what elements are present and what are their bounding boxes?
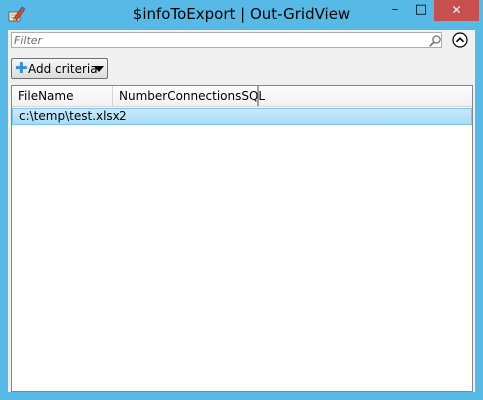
close-button[interactable]: ✕ xyxy=(434,0,479,21)
add-criteria-label: Add criteria xyxy=(28,62,98,76)
minimize-button[interactable]: – xyxy=(382,0,408,21)
close-icon: ✕ xyxy=(451,3,462,17)
column-header-filename[interactable]: FileName xyxy=(12,86,113,106)
cell-numberconnectionssql: 2 xyxy=(119,109,127,123)
client-area: ✚ Add criteria FileName NumberConnection… xyxy=(8,30,475,392)
grid-header: FileName NumberConnectionsSQL xyxy=(12,86,472,107)
filter-input[interactable] xyxy=(14,33,414,47)
search-icon[interactable] xyxy=(428,34,442,48)
results-grid[interactable]: FileName NumberConnectionsSQL c:\temp\te… xyxy=(11,85,473,392)
cell-filename: c:\temp\test.xlsx xyxy=(19,109,120,123)
maximize-icon: □ xyxy=(414,2,428,17)
chevron-up-circle-icon[interactable] xyxy=(452,32,468,48)
title-bar[interactable]: $infoToExport | Out-GridView – □ ✕ xyxy=(0,0,483,30)
filter-box[interactable] xyxy=(11,32,442,48)
add-criteria-button[interactable]: ✚ Add criteria xyxy=(11,58,108,79)
table-row[interactable]: c:\temp\test.xlsx 2 xyxy=(12,108,472,125)
plus-icon: ✚ xyxy=(15,59,28,77)
minimize-icon: – xyxy=(391,2,399,17)
maximize-button[interactable]: □ xyxy=(408,0,434,21)
column-header-numberconnectionssql[interactable]: NumberConnectionsSQL xyxy=(113,86,265,106)
gridview-window: $infoToExport | Out-GridView – □ ✕ ✚ Add… xyxy=(0,0,483,400)
dropdown-arrow-icon xyxy=(94,66,104,72)
